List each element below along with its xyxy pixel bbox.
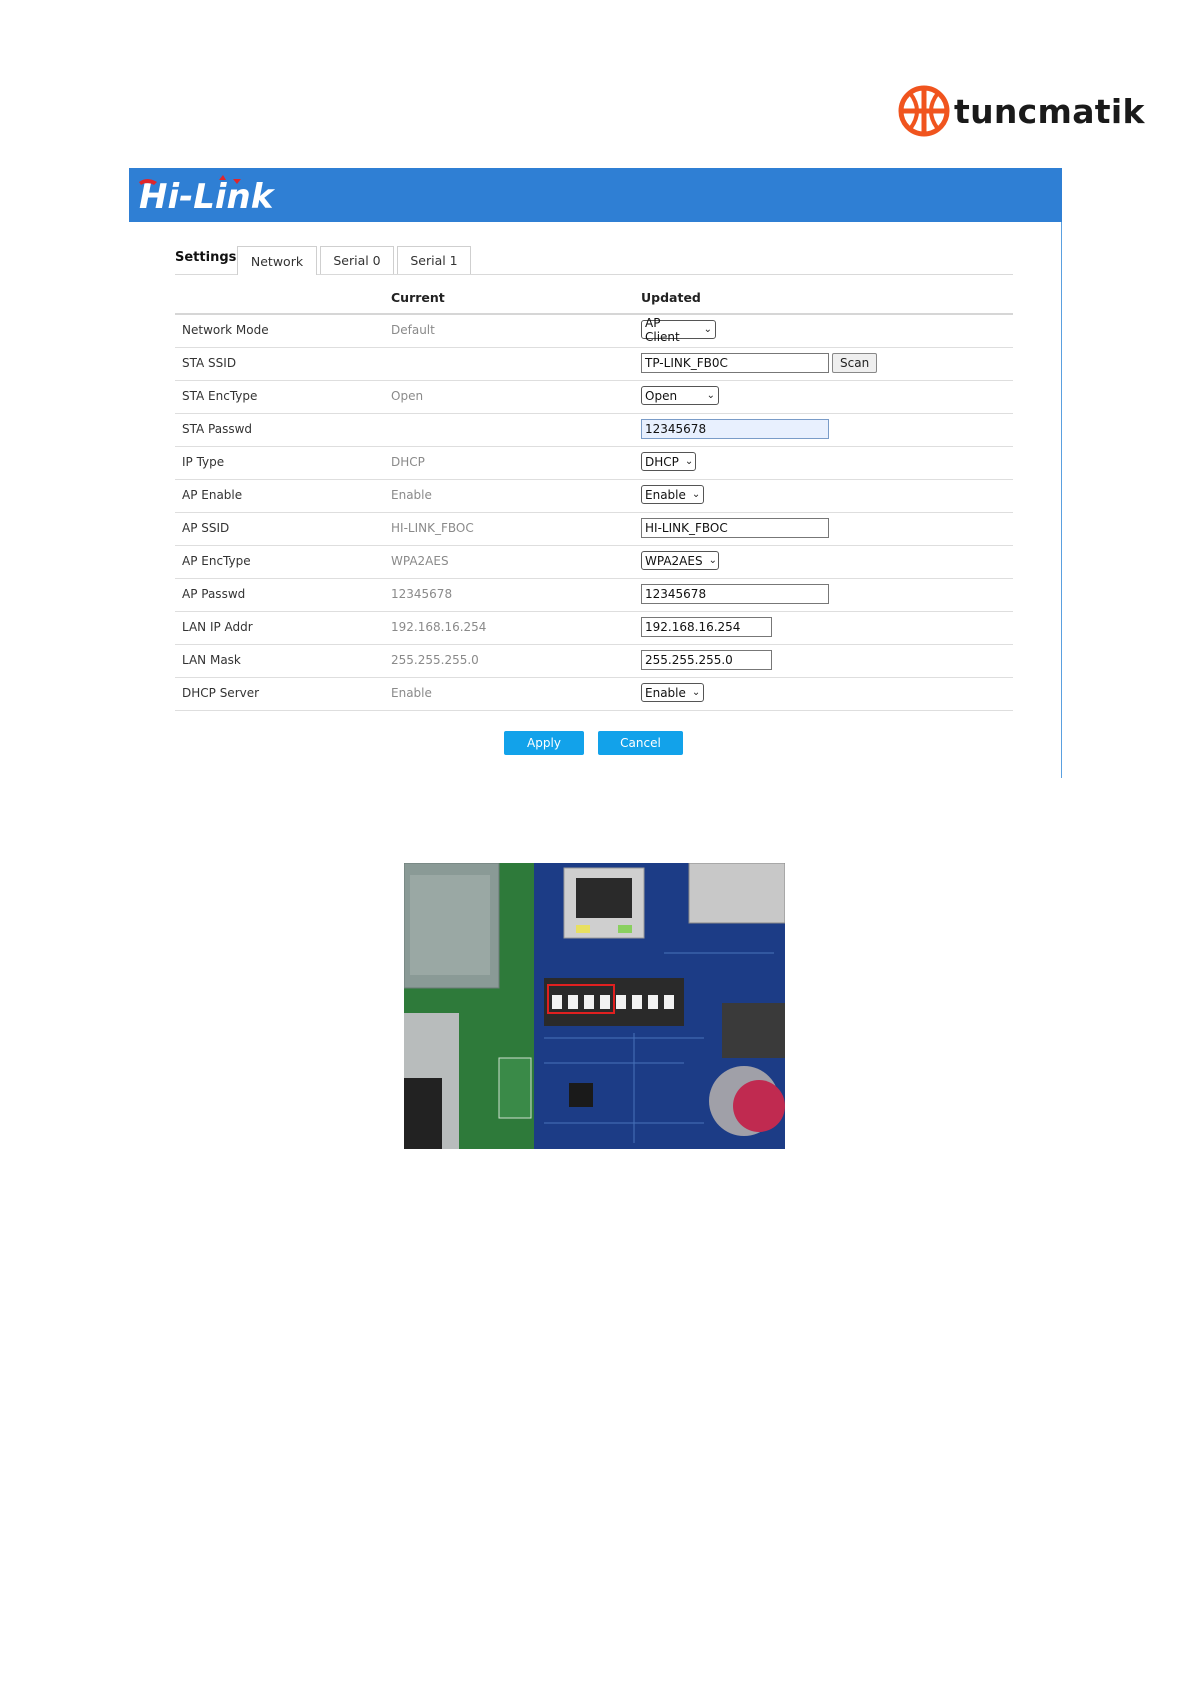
tab-bar: Settings Network Serial 0 Serial 1: [175, 246, 1013, 275]
hilink-logo: Hi-Link: [139, 175, 276, 216]
table-row: STA Passwd 12345678: [175, 414, 1013, 447]
tab-network-label: Network: [250, 253, 304, 269]
tab-serial-0-label: Serial 0: [333, 253, 381, 268]
settings-heading: Settings: [175, 250, 237, 265]
tab-network[interactable]: Network: [237, 246, 317, 275]
cancel-button[interactable]: Cancel: [598, 731, 683, 755]
tab-serial-1[interactable]: Serial 1: [397, 246, 471, 274]
table-row: AP Passwd 12345678 12345678: [175, 579, 1013, 612]
sta-enctype-select[interactable]: Open ⌄: [641, 386, 719, 405]
table-row: Network Mode Default AP Client ⌄: [175, 315, 1013, 348]
row-label: LAN Mask: [182, 653, 241, 667]
row-label: AP Passwd: [182, 587, 246, 601]
row-current-value: DHCP: [391, 455, 425, 469]
hilink-logo-text: Hi-Link: [139, 177, 276, 216]
tuncmatik-logo: tuncmatik: [896, 82, 1145, 140]
table-row: AP SSID HI-LINK_FBOC HI-LINK_FBOC: [175, 513, 1013, 546]
dhcp-server-select[interactable]: Enable ⌄: [641, 683, 704, 702]
table-row: STA EncType Open Open ⌄: [175, 381, 1013, 414]
ap-passwd-input[interactable]: 12345678: [641, 584, 829, 604]
chevron-down-icon: ⌄: [708, 555, 717, 566]
ap-ssid-input[interactable]: HI-LINK_FBOC: [641, 518, 829, 538]
lan-ip-input[interactable]: 192.168.16.254: [641, 617, 772, 637]
table-row: STA SSID TP-LINK_FB0C Scan: [175, 348, 1013, 381]
apply-button[interactable]: Apply: [504, 731, 584, 755]
table-row: LAN Mask 255.255.255.0 255.255.255.0: [175, 645, 1013, 678]
row-label: Network Mode: [182, 323, 269, 337]
sta-ssid-input[interactable]: TP-LINK_FB0C: [641, 353, 829, 373]
row-current-value: 255.255.255.0: [391, 653, 479, 667]
tab-serial-1-label: Serial 1: [410, 253, 458, 268]
table-row: DHCP Server Enable Enable ⌄: [175, 678, 1013, 711]
ap-enctype-select[interactable]: WPA2AES ⌄: [641, 551, 719, 570]
row-label: AP Enable: [182, 488, 243, 502]
ip-type-select[interactable]: DHCP ⌄: [641, 452, 696, 471]
tab-serial-0[interactable]: Serial 0: [320, 246, 394, 274]
row-current-value: 192.168.16.254: [391, 620, 487, 634]
scan-button[interactable]: Scan: [832, 353, 878, 373]
row-current-value: Enable: [391, 488, 432, 502]
row-label: AP SSID: [182, 521, 230, 535]
table-row: AP EncType WPA2AES WPA2AES ⌄: [175, 546, 1013, 579]
table-header: Current Updated: [175, 280, 1013, 315]
row-current-value: HI-LINK_FBOC: [391, 521, 474, 535]
board-image: [404, 863, 785, 1149]
chevron-down-icon: ⌄: [691, 687, 701, 698]
header-current: Current: [391, 290, 445, 305]
row-label: DHCP Server: [182, 686, 260, 700]
row-label: STA Passwd: [182, 422, 253, 436]
ap-enable-select[interactable]: Enable ⌄: [641, 485, 704, 504]
row-current-value: 12345678: [391, 587, 453, 601]
chevron-down-icon: ⌄: [703, 324, 712, 335]
row-current-value: Open: [391, 389, 424, 403]
brand-name: tuncmatik: [954, 91, 1145, 131]
row-label: IP Type: [182, 455, 225, 469]
panel-edge: [1061, 222, 1062, 778]
row-current-value: WPA2AES: [391, 554, 449, 568]
row-current-value: Default: [391, 323, 435, 337]
chevron-down-icon: ⌄: [706, 390, 715, 401]
table-row: IP Type DHCP DHCP ⌄: [175, 447, 1013, 480]
row-label: LAN IP Addr: [182, 620, 253, 634]
lan-mask-input[interactable]: 255.255.255.0: [641, 650, 772, 670]
row-label: AP EncType: [182, 554, 251, 568]
header-updated: Updated: [641, 290, 701, 305]
chevron-down-icon: ⌄: [691, 489, 701, 500]
hilink-settings-panel: Hi-Link Settings Network Serial 0 Serial…: [129, 168, 1062, 778]
row-label: STA SSID: [182, 356, 237, 370]
network-settings-table: Current Updated Network Mode Default AP …: [175, 280, 1013, 711]
globe-icon: [898, 85, 950, 137]
row-current-value: Enable: [391, 686, 432, 700]
app-header: Hi-Link: [129, 168, 1062, 222]
network-mode-select[interactable]: AP Client ⌄: [641, 316, 716, 344]
table-row: AP Enable Enable Enable ⌄: [175, 480, 1013, 513]
row-label: STA EncType: [182, 389, 258, 403]
sta-passwd-input[interactable]: 12345678: [641, 419, 829, 439]
circuit-board-photo: [404, 863, 785, 1149]
chevron-down-icon: ⌄: [684, 456, 694, 467]
table-row: LAN IP Addr 192.168.16.254 192.168.16.25…: [175, 612, 1013, 645]
